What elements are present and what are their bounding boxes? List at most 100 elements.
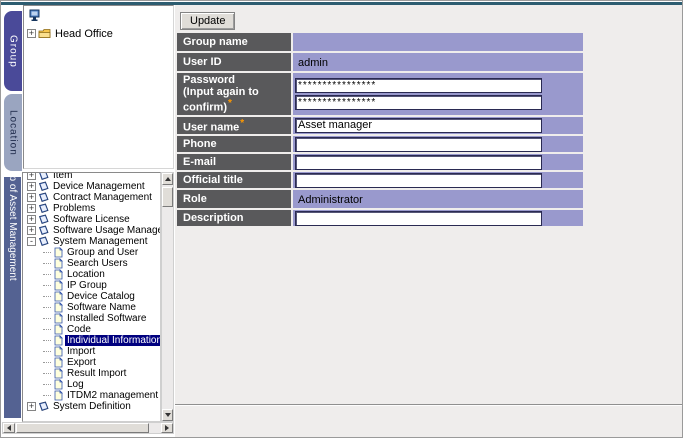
- collapse-icon[interactable]: -: [27, 237, 36, 246]
- computer-icon: [29, 9, 41, 27]
- field-value-description: [293, 210, 583, 226]
- password-confirm-input[interactable]: [295, 95, 542, 110]
- arrow-up-icon: [165, 177, 171, 181]
- field-label-text: Group name: [183, 36, 248, 48]
- scroll-down-button[interactable]: [162, 409, 173, 421]
- tree-item-software-name[interactable]: Software Name: [23, 302, 160, 313]
- page-icon: [54, 280, 63, 291]
- expand-icon[interactable]: +: [27, 226, 36, 235]
- tree-item-location[interactable]: Location: [23, 269, 160, 280]
- password-input[interactable]: [295, 78, 542, 93]
- tree-item-software-license[interactable]: +Software License: [23, 214, 160, 225]
- form-row-group-name: Group name: [177, 33, 583, 51]
- required-asterisk: *: [228, 98, 232, 109]
- field-label-e-mail: E-mail: [177, 154, 291, 170]
- book-icon: [38, 181, 49, 192]
- tree-item-device-catalog[interactable]: Device Catalog: [23, 291, 160, 302]
- book-icon: [38, 236, 49, 247]
- nav-tree: +Item+Device Management+Contract Managem…: [23, 172, 160, 412]
- group-tree-panel: + Head Office: [23, 5, 174, 169]
- asset-management-strip: Top of Asset Management: [4, 177, 21, 418]
- update-button[interactable]: Update: [180, 12, 235, 30]
- field-value-phone: [293, 136, 583, 152]
- field-label-description: Description: [177, 210, 291, 226]
- required-asterisk: *: [240, 118, 244, 129]
- description-input[interactable]: [295, 211, 542, 226]
- tree-item-system-management[interactable]: -System Management: [23, 236, 160, 247]
- tree-item-individual-information[interactable]: Individual Information: [23, 335, 160, 346]
- tree-item-system-definition[interactable]: + System Definition: [23, 401, 160, 412]
- tree-item-label: Export: [65, 357, 98, 368]
- phone-input[interactable]: [295, 137, 542, 152]
- page-icon: [54, 390, 63, 401]
- tree-item-installed-software[interactable]: Installed Software: [23, 313, 160, 324]
- status-strip: [175, 406, 683, 438]
- expand-icon[interactable]: +: [27, 172, 36, 180]
- arrow-down-icon: [165, 413, 171, 417]
- scroll-up-button[interactable]: [162, 173, 173, 185]
- expand-icon[interactable]: +: [27, 182, 36, 191]
- tree-item-item[interactable]: + Item: [23, 172, 160, 181]
- tree-item-software-usage-management[interactable]: +Software Usage Management: [23, 225, 160, 236]
- expand-icon[interactable]: +: [27, 402, 36, 411]
- tree-item-export[interactable]: Export: [23, 357, 160, 368]
- tree-item-problems[interactable]: +Problems: [23, 203, 160, 214]
- field-label-user-id: User ID: [177, 53, 291, 71]
- tree-item-label: System Definition: [51, 401, 133, 412]
- book-icon: [38, 192, 49, 203]
- tree-item-label: Contract Management: [51, 192, 154, 203]
- book-icon: [38, 401, 49, 412]
- expand-icon[interactable]: +: [27, 204, 36, 213]
- tree-connector: [43, 296, 51, 297]
- tree-item-import[interactable]: Import: [23, 346, 160, 357]
- tab-location-label: Location: [8, 110, 19, 156]
- vertical-scroll-thumb[interactable]: [162, 187, 173, 207]
- book-icon: [38, 225, 49, 236]
- official-title-input[interactable]: [295, 173, 542, 188]
- page-icon: [54, 269, 63, 280]
- tree-connector: [43, 329, 51, 330]
- application-window: Group Location + Head Office: [0, 0, 683, 438]
- tab-group[interactable]: Group: [4, 11, 22, 91]
- tree-node-head-office[interactable]: + Head Office: [27, 27, 113, 40]
- expand-icon[interactable]: +: [27, 193, 36, 202]
- user-name-input[interactable]: [295, 118, 542, 133]
- field-label-text: User name: [183, 121, 239, 133]
- asset-management-strip-label: Top of Asset Management: [7, 177, 18, 281]
- tree-item-group-and-user[interactable]: Group and User: [23, 247, 160, 258]
- scroll-right-button[interactable]: [161, 423, 173, 433]
- field-value-password: [293, 73, 583, 115]
- expand-icon[interactable]: +: [27, 215, 36, 224]
- user-id-value: admin: [295, 57, 328, 69]
- field-label-text: Password: [183, 74, 235, 86]
- form-row-user-id: User ID admin: [177, 53, 583, 71]
- tree-connector: [43, 252, 51, 253]
- arrow-left-icon: [7, 425, 11, 431]
- tree-item-itdm2-management-information[interactable]: ITDM2 management information: [23, 390, 160, 401]
- tree-item-contract-management[interactable]: + Contract Management: [23, 192, 160, 203]
- tree-item-label: Item: [51, 172, 74, 181]
- horizontal-scroll-thumb[interactable]: [16, 423, 149, 433]
- tab-location[interactable]: Location: [4, 94, 22, 171]
- vertical-scrollbar[interactable]: [161, 172, 174, 422]
- tree-node-label: Head Office: [55, 28, 113, 40]
- field-value-e-mail: [293, 154, 583, 170]
- tree-item-device-management[interactable]: +Device Management: [23, 181, 160, 192]
- scroll-left-button[interactable]: [3, 423, 15, 433]
- page-icon: [54, 302, 63, 313]
- tree-item-label: Group and User: [65, 247, 140, 258]
- tree-item-ip-group[interactable]: IP Group: [23, 280, 160, 291]
- folder-icon: [38, 28, 51, 39]
- tree-item-log[interactable]: Log: [23, 379, 160, 390]
- field-label-text: Description: [183, 212, 244, 224]
- horizontal-scrollbar[interactable]: [2, 422, 174, 434]
- tree-item-result-import[interactable]: Result Import: [23, 368, 160, 379]
- e-mail-input[interactable]: [295, 155, 542, 170]
- tree-connector: [43, 318, 51, 319]
- form-row-phone: Phone: [177, 136, 583, 152]
- tree-item-search-users[interactable]: Search Users: [23, 258, 160, 269]
- tree-item-code[interactable]: Code: [23, 324, 160, 335]
- tab-group-label: Group: [8, 35, 19, 68]
- tree-connector: [43, 307, 51, 308]
- expand-icon[interactable]: +: [27, 29, 36, 38]
